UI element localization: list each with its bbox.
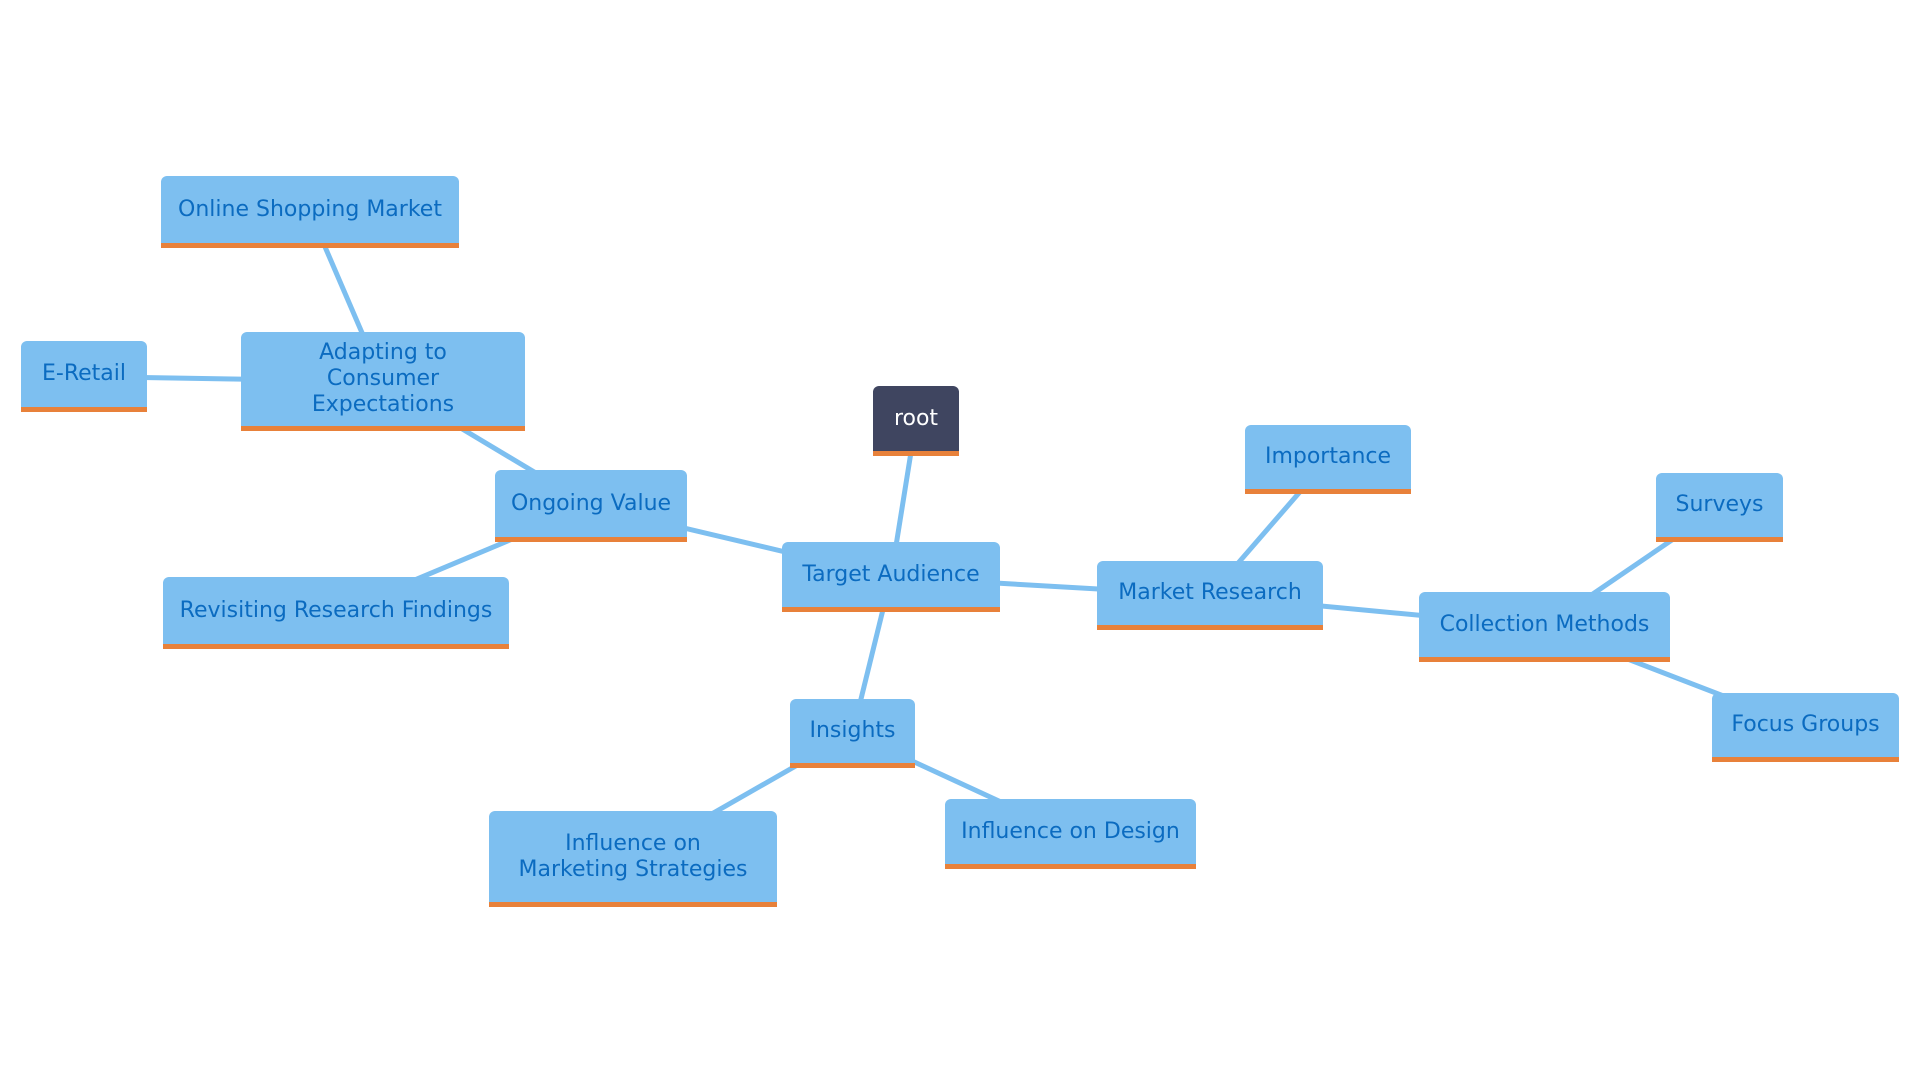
node-label: Focus Groups [1731, 712, 1880, 737]
node-influence-on-design[interactable]: Influence on Design [945, 799, 1196, 869]
node-insights[interactable]: Insights [790, 699, 915, 768]
node-surveys[interactable]: Surveys [1656, 473, 1783, 542]
node-ongoing-value[interactable]: Ongoing Value [495, 470, 687, 542]
node-e-retail[interactable]: E-Retail [21, 341, 147, 412]
node-label: E-Retail [41, 361, 126, 386]
node-label: Collection Methods [1439, 611, 1650, 637]
node-revisiting-research-findings[interactable]: Revisiting Research Findings [163, 577, 509, 649]
node-online-shopping-market[interactable]: Online Shopping Market [161, 176, 459, 248]
node-root[interactable]: root [873, 386, 959, 456]
mindmap-edges [83, 211, 1807, 862]
node-label: Online Shopping Market [178, 196, 442, 222]
node-adapting-to-consumer-expectations[interactable]: Adapting to Consumer Expectations [241, 332, 525, 431]
node-label: Influence on Design [961, 818, 1180, 844]
node-label: Revisiting Research Findings [179, 597, 493, 623]
node-label: Insights [809, 718, 896, 743]
node-target-audience[interactable]: Target Audience [782, 542, 1000, 612]
node-focus-groups[interactable]: Focus Groups [1712, 693, 1899, 762]
node-label: Importance [1264, 444, 1392, 469]
node-label: Surveys [1675, 492, 1764, 517]
node-label: root [893, 405, 939, 431]
node-collection-methods[interactable]: Collection Methods [1419, 592, 1670, 662]
node-market-research[interactable]: Market Research [1097, 561, 1323, 630]
node-importance[interactable]: Importance [1245, 425, 1411, 494]
node-label: Ongoing Value [510, 490, 672, 516]
node-influence-on-marketing-strategies[interactable]: Influence on Marketing Strategies [489, 811, 777, 907]
node-label: Market Research [1118, 580, 1302, 605]
node-label: Target Audience [802, 561, 980, 587]
node-label: Influence on Marketing Strategies [518, 830, 748, 882]
node-label: Adapting to Consumer Expectations [311, 340, 455, 417]
